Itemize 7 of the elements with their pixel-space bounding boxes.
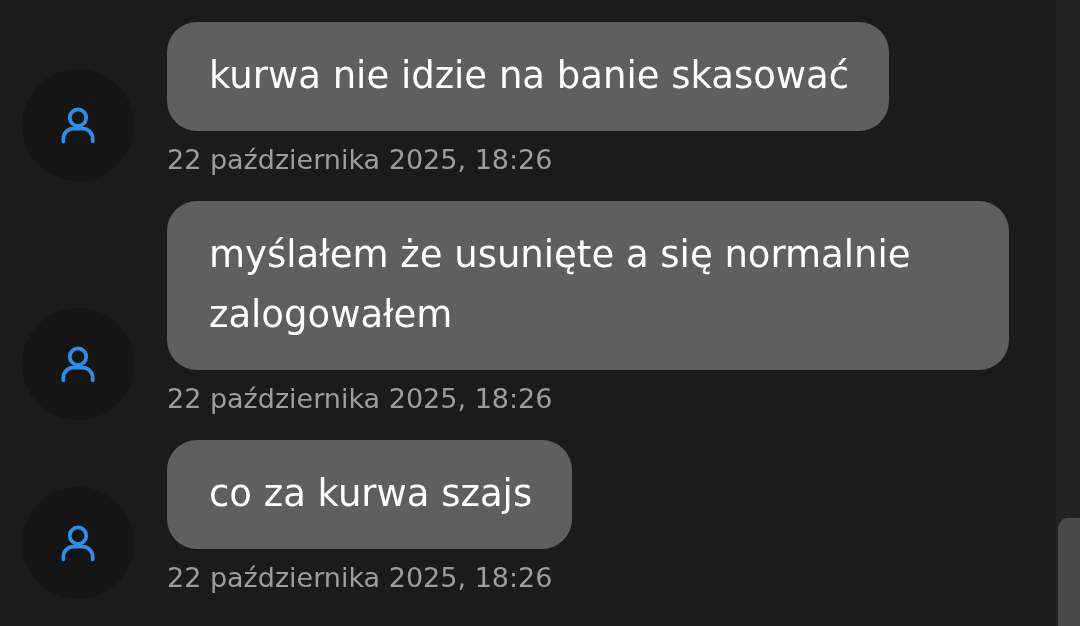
message-bubble: myślałem że usunięte a się normalnie zalogowałem	[167, 201, 1009, 370]
message-timestamp: 22 października 2025, 18:26	[167, 143, 553, 177]
message-bubble: kurwa nie idzie na banie skasować	[167, 22, 890, 131]
message-timestamp: 22 października 2025, 18:26	[167, 382, 553, 416]
message-timestamp: 22 października 2025, 18:26	[167, 561, 553, 595]
scrollbar-thumb[interactable]	[1058, 518, 1080, 626]
message-bubble: co za kurwa szajs	[167, 440, 573, 549]
